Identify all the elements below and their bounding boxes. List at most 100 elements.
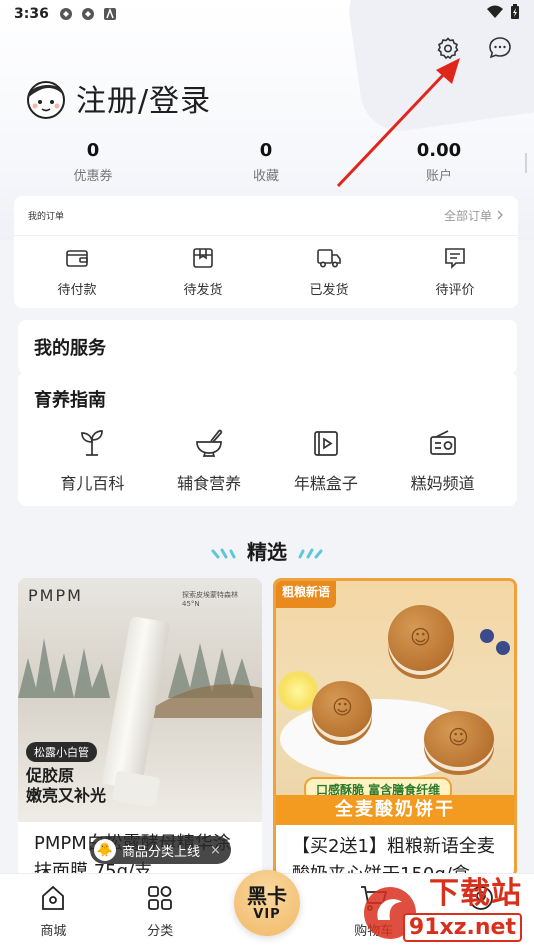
stat-label: 优惠券	[73, 169, 113, 184]
stat-value: 0	[86, 140, 100, 161]
stat-value: 0.00	[416, 140, 462, 161]
all-orders-label: 全部订单	[443, 209, 492, 223]
home-icon	[39, 884, 67, 916]
status-time: 3:36	[14, 6, 49, 22]
stat-label: 收藏	[252, 169, 279, 184]
guide-title: 育养指南	[34, 390, 106, 411]
toast-text: 商品分类上线	[122, 844, 201, 860]
stat-value: 0	[259, 140, 273, 161]
product-tag: 松露小白管	[26, 742, 97, 762]
play-box-icon	[311, 428, 341, 462]
chick-icon: 🐥	[94, 839, 116, 861]
order-shipped[interactable]: 已发货	[266, 236, 392, 308]
account-stats: 0 优惠券 0 收藏 0.00 账户	[0, 140, 534, 190]
battery-icon	[510, 4, 520, 24]
stat-coupons[interactable]: 0 优惠券	[43, 140, 143, 184]
order-item-label: 待付款	[57, 282, 97, 298]
guide-item-label: 年糕盒子	[293, 474, 358, 493]
order-pending-shipment[interactable]: 待发货	[140, 236, 266, 308]
chat-bubble-icon	[487, 35, 513, 65]
order-status-row: 待付款 待发货 已发货 待评价	[14, 236, 518, 308]
status-bar: 3:36	[0, 0, 534, 28]
smiley-icon: ☺	[410, 625, 431, 649]
nav-label: 分类	[147, 924, 174, 939]
product-brand: 粗粮新语	[276, 581, 337, 608]
order-item-label: 待评价	[435, 282, 475, 298]
order-item-label: 待发货	[183, 282, 223, 298]
app-notification-icon	[81, 7, 95, 21]
selected-section-title: 精选	[0, 536, 534, 566]
site-watermark: 下载站 91xz.net	[360, 876, 530, 948]
services-title: 我的服务	[34, 338, 106, 359]
guide-item-channel[interactable]: 糕妈频道	[384, 428, 501, 494]
app-notification-icon	[59, 7, 73, 21]
orders-header: 我的订单 全部订单	[14, 196, 518, 236]
guide-item-box[interactable]: 年糕盒子	[268, 428, 385, 494]
order-pending-review[interactable]: 待评价	[392, 236, 518, 308]
wifi-icon	[486, 5, 504, 23]
chevron-right-icon	[496, 209, 504, 223]
login-link[interactable]: 注册/登录	[76, 76, 211, 120]
profile-page: 3:36 注册/登录 0 优惠券 0 收藏 0.00 账户 我的订单 全部订单 …	[0, 0, 534, 950]
product-tube-cap	[111, 770, 161, 808]
smiley-icon: ☺	[332, 695, 353, 719]
nav-item-mall[interactable]: 商城	[0, 874, 107, 950]
product-copy: 促胶原 嫩亮又补光	[26, 766, 106, 806]
product-image: 粗粮新语 ☺ ☺ ☺ 口感酥脆 富含膳食纤维 全麦酸奶饼干	[276, 581, 514, 825]
product-tagline: 探索皮埃蒙特森林 45°N	[182, 591, 238, 608]
vip-button[interactable]: 黑卡 VIP	[233, 870, 300, 936]
nav-item-vip[interactable]: 黑卡 VIP	[214, 870, 321, 950]
sprout-icon	[77, 428, 107, 462]
wallet-icon	[65, 247, 89, 273]
guide-item-label: 育儿百科	[60, 474, 125, 493]
radio-icon	[428, 428, 458, 462]
vip-subtitle: VIP	[253, 906, 281, 922]
product-image: PMPM 探索皮埃蒙特森林 45°N 松露小白管 促胶原 嫩亮又补光	[18, 578, 262, 822]
stat-label: 账户	[425, 169, 452, 184]
berry-illustration	[496, 641, 510, 655]
product-card[interactable]: PMPM 探索皮埃蒙特森林 45°N 松露小白管 促胶原 嫩亮又补光 PMPM白…	[18, 578, 262, 878]
product-copy-line: 嫩亮又补光	[26, 786, 107, 805]
orders-card: 我的订单 全部订单 待付款 待发货 已发货 待评价	[14, 196, 518, 308]
decoration-right-icon	[295, 542, 325, 566]
avatar	[22, 74, 70, 122]
guide-item-label: 辅食营养	[177, 474, 242, 493]
category-toast[interactable]: 🐥 商品分类上线 ×	[90, 836, 231, 864]
product-brand: PMPM	[28, 586, 83, 605]
product-card[interactable]: 粗粮新语 ☺ ☺ ☺ 口感酥脆 富含膳食纤维 全麦酸奶饼干 【买2送1】粗粮新语…	[273, 578, 517, 878]
nav-label: 商城	[40, 924, 67, 939]
product-copy-line: 促胶原	[26, 766, 75, 785]
parenting-guide-card: 育养指南 育儿百科 辅食营养 年糕盒子 糕妈频道	[18, 372, 517, 506]
watermark-text: 下载站	[429, 876, 522, 911]
guide-item-encyclopedia[interactable]: 育儿百科	[34, 428, 151, 494]
toast-close-button[interactable]: ×	[210, 843, 221, 858]
all-orders-link[interactable]: 全部订单	[444, 207, 504, 224]
mortar-icon	[194, 428, 224, 462]
orders-title: 我的订单	[28, 212, 65, 222]
guide-items: 育儿百科 辅食营养 年糕盒子 糕妈频道	[34, 428, 501, 494]
truck-icon	[316, 247, 342, 273]
order-pending-payment[interactable]: 待付款	[14, 236, 140, 308]
order-item-label: 已发货	[309, 282, 349, 298]
guide-item-label: 糕妈频道	[410, 474, 475, 493]
selected-title-text: 精选	[247, 540, 287, 564]
scroll-indicator	[525, 153, 527, 173]
product-banner: 全麦酸奶饼干	[276, 795, 514, 825]
top-actions	[434, 36, 514, 64]
guide-item-nutrition[interactable]: 辅食营养	[151, 428, 268, 494]
messages-button[interactable]	[486, 36, 514, 64]
gear-icon	[436, 36, 460, 64]
smiley-icon: ☺	[448, 725, 469, 749]
stat-favorites[interactable]: 0 收藏	[216, 140, 316, 184]
berry-illustration	[480, 629, 494, 643]
login-entry[interactable]: 注册/登录	[22, 74, 211, 122]
box-icon	[191, 247, 215, 273]
nav-item-category[interactable]: 分类	[107, 874, 214, 950]
grid-icon	[146, 884, 174, 916]
text-notification-icon	[103, 7, 117, 21]
comment-icon	[443, 247, 467, 273]
watermark-url: 91xz.net	[402, 913, 522, 942]
settings-button[interactable]	[434, 36, 462, 64]
decoration-left-icon	[209, 542, 239, 566]
stat-account[interactable]: 0.00 账户	[389, 140, 489, 184]
